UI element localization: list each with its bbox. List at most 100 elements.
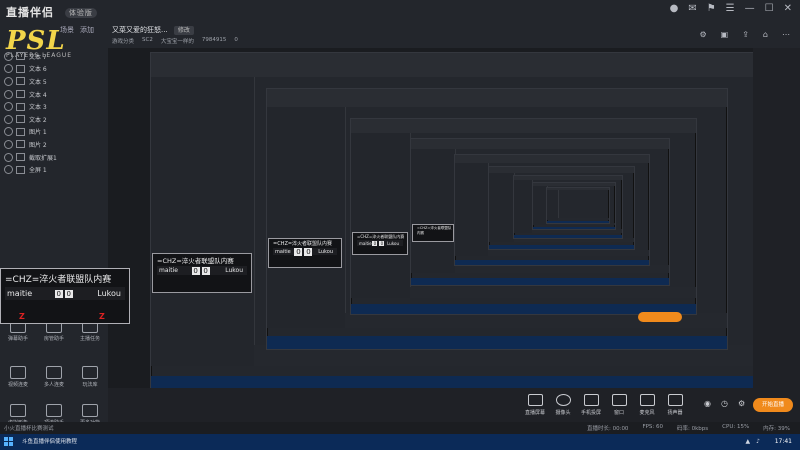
os-taskbar: 斗鱼直播伴侣使用教程 ▲ ♪ 17:41 — [0, 434, 800, 450]
share-icon[interactable]: ⇪ — [742, 30, 749, 39]
player1-name: maitie — [359, 240, 372, 246]
eye-icon[interactable] — [4, 165, 13, 175]
player2-name: Lukou — [225, 267, 243, 274]
tool-label: 窗口 — [613, 410, 624, 416]
multi-link-icon — [46, 366, 62, 379]
eye-icon[interactable] — [4, 114, 13, 124]
tool-label: 主播任务 — [79, 336, 100, 342]
window-button[interactable]: 窗口 — [604, 394, 634, 416]
eye-icon[interactable] — [4, 127, 13, 137]
minimize-icon[interactable]: — — [745, 3, 755, 14]
timer-icon[interactable]: ◷ — [721, 399, 728, 408]
source-item[interactable]: 全屏 1 — [0, 163, 108, 176]
phone-cast-button[interactable]: 手机投屏 — [576, 394, 606, 416]
source-item[interactable]: 图片 2 — [0, 138, 108, 151]
source-item[interactable]: 文本 6 — [0, 63, 108, 76]
player2-score: 0 — [379, 240, 385, 246]
tool-play-library[interactable]: 玩法库 — [72, 366, 108, 388]
tool-multi-link[interactable]: 多人连麦 — [36, 366, 72, 388]
meta-category-label: 游戏分类 — [112, 39, 135, 45]
taskbar-clock[interactable]: 17:41 — [775, 438, 792, 445]
tshirt-icon[interactable]: ⚑ — [707, 3, 716, 14]
version-badge: 体验版 — [64, 8, 97, 18]
player1-name: maitie — [7, 289, 33, 298]
source-item[interactable]: 图片 1 — [0, 126, 108, 139]
tab-add[interactable]: 添加 — [80, 25, 94, 35]
stream-title-text: 又菜又爱的狂怒... — [112, 26, 168, 34]
status-duration: 直播时长: 00:00 — [586, 426, 629, 432]
eye-icon[interactable] — [4, 64, 13, 74]
preview-canvas[interactable]: =CHZ=淬火者联盟队内赛 maitie 0 0 Lukou =CHZ=淬火者联盟队内… — [108, 48, 753, 388]
meta-room-id: 7984915 — [201, 37, 227, 43]
start-live-button[interactable]: 开始直播 — [753, 398, 793, 412]
microphone-button[interactable]: 麦克风 — [632, 394, 662, 416]
capture-source-icon — [16, 153, 25, 162]
scoreboard-title: =CHZ=淬火者联盟队内赛 — [5, 275, 112, 285]
player1-score: 0 — [191, 266, 200, 275]
mirror-frame — [546, 187, 610, 224]
eye-icon[interactable] — [4, 139, 13, 149]
close-icon[interactable]: ✕ — [784, 3, 792, 14]
edit-title-button[interactable]: 修改 — [173, 26, 194, 35]
source-label: 文本 6 — [29, 66, 47, 74]
player2-race: Z — [99, 312, 105, 321]
source-label: 文本 3 — [29, 104, 47, 112]
record-icon[interactable]: ◉ — [704, 399, 711, 408]
player2-score: 0 — [201, 266, 210, 275]
panel-tabs: 场景 添加 — [60, 25, 94, 35]
eye-icon[interactable] — [4, 51, 13, 61]
tool-label: 玩法库 — [82, 382, 98, 388]
camera-icon — [555, 394, 571, 406]
menu-icon[interactable]: ☰ — [726, 3, 735, 14]
more-icon — [82, 404, 98, 417]
volume-icon[interactable]: ♪ — [756, 438, 760, 445]
settings-icon[interactable]: ⚙ — [699, 30, 706, 39]
header-icons: ⚙ ▣ ⇪ ⌂ ⋯ — [699, 30, 790, 39]
scoreboard-title: =CHZ=淬火者联盟队内赛 — [417, 226, 452, 235]
maximize-icon[interactable]: ☐ — [765, 3, 774, 14]
source-item[interactable]: 文本 7 — [0, 50, 108, 63]
tool-video-link[interactable]: 视频连麦 — [0, 366, 36, 388]
status-memory: 内存: 39% — [763, 426, 790, 432]
source-item[interactable]: 文本 4 — [0, 88, 108, 101]
tool-label: 扬声器 — [667, 410, 683, 416]
scoreboard-mirror: =CHZ=淬火者联盟队内赛 maitie 0 0 Lukou — [352, 232, 408, 255]
screen-capture-button[interactable]: 直播屏幕 — [520, 394, 550, 416]
camera-button[interactable]: 摄像头 — [548, 394, 578, 416]
window-icon — [611, 394, 627, 406]
scoreboard-mirror: =CHZ=淬火者联盟队内赛 maitie 0 0 Lukou — [152, 253, 252, 293]
more-icon[interactable]: ⋯ — [782, 30, 790, 39]
speaker-button[interactable]: 扬声器 — [660, 394, 690, 416]
source-item[interactable]: 截取扩展1 — [0, 151, 108, 164]
eye-icon[interactable] — [4, 102, 13, 112]
settings-icon[interactable]: ⚙ — [738, 399, 745, 408]
player2-name: Lukou — [318, 248, 333, 255]
source-item[interactable]: 文本 2 — [0, 113, 108, 126]
tab-scene[interactable]: 场景 — [60, 25, 74, 35]
stream-info-bar: 又菜又爱的狂怒... 修改 游戏分类 SC2 大宝宝一样的 7984915 0 … — [108, 22, 800, 48]
source-item[interactable]: 文本 5 — [0, 75, 108, 88]
tool-label: 多人连麦 — [43, 382, 64, 388]
home-icon[interactable]: ⌂ — [763, 30, 768, 39]
eye-icon[interactable] — [4, 89, 13, 99]
text-source-icon — [16, 102, 25, 111]
meta-category[interactable]: SC2 — [142, 37, 153, 45]
windows-start-icon[interactable] — [4, 437, 14, 447]
network-icon[interactable]: ▲ — [746, 438, 751, 445]
source-list: 文本 7 文本 6 文本 5 文本 4 文本 3 文本 2 图片 1 图片 2 … — [0, 50, 108, 176]
taskbar-app[interactable]: 斗鱼直播伴侣使用教程 — [22, 437, 77, 445]
status-left: 小火直播杯比赛测试 — [4, 426, 54, 432]
gift-icon[interactable]: ▣ — [721, 30, 729, 39]
source-item[interactable]: 文本 3 — [0, 100, 108, 113]
eye-icon[interactable] — [4, 152, 13, 162]
avatar-icon[interactable]: ● — [670, 3, 679, 14]
mail-icon[interactable]: ✉ — [688, 3, 696, 14]
status-stats: 直播时长: 00:00 FPS: 60 码率: 0kbps CPU: 15% 内… — [587, 424, 790, 432]
app-logo: 直播伴侣 体验版 — [6, 4, 97, 20]
player2-score: 0 — [304, 247, 313, 256]
player2-name: Lukou — [387, 240, 399, 246]
scoreboard-overlay[interactable]: =CHZ=淬火者联盟队内赛 maitie 0 0 Lukou Z Z — [0, 268, 130, 324]
tool-label: 手机投屏 — [580, 410, 601, 416]
text-source-icon — [16, 115, 25, 124]
eye-icon[interactable] — [4, 76, 13, 86]
